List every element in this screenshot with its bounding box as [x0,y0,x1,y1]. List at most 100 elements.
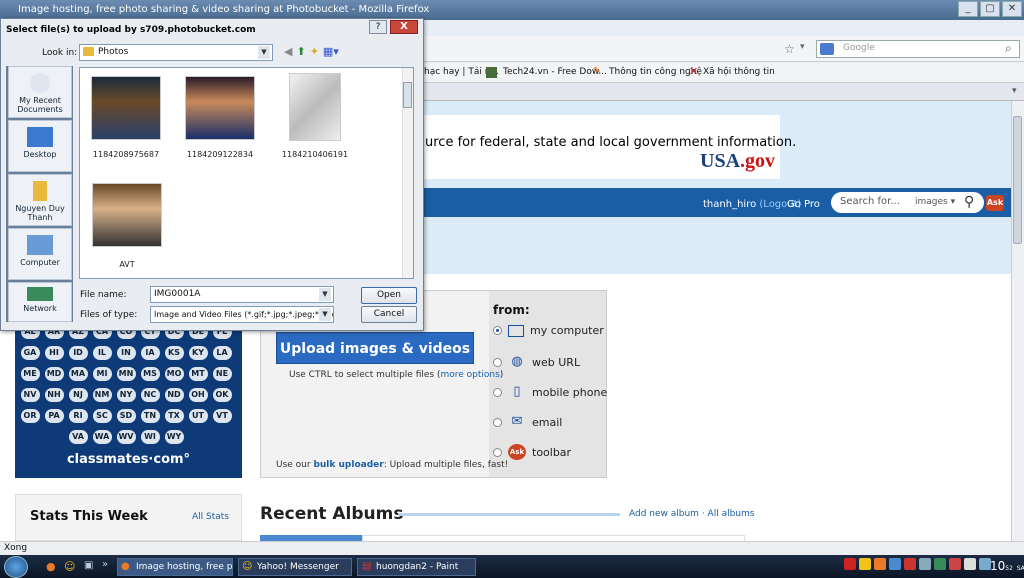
state-badge[interactable]: MA [68,367,88,381]
state-badge[interactable]: NE [212,367,232,381]
state-badge[interactable]: WI [140,430,160,444]
state-badge[interactable]: NJ [68,388,88,402]
state-badge[interactable]: OH [188,388,208,402]
state-badge[interactable]: MS [140,367,160,381]
state-badge[interactable]: NH [44,388,64,402]
upload-button[interactable]: Upload images & videos [276,332,474,364]
search-icon[interactable]: ⚲ [964,194,974,210]
site-search-input[interactable]: Search for... [831,192,984,213]
place-desktop[interactable]: Desktop [8,120,72,172]
state-badge[interactable]: WA [92,430,112,444]
state-badge[interactable]: IL [92,346,112,360]
state-badge[interactable]: MO [164,367,184,381]
browser-search-input[interactable]: Google [816,40,1020,58]
radio-my-computer[interactable] [493,326,502,335]
state-badge[interactable]: GA [20,346,40,360]
state-badge[interactable]: WY [164,430,184,444]
state-badge[interactable]: NV [20,388,40,402]
usagov-logo[interactable]: USA.gov [700,150,775,173]
bookmark-4[interactable]: Xã hội thông tin [703,67,775,77]
source-my-computer[interactable]: my computer [493,324,604,337]
close-icon[interactable]: X [390,20,418,34]
state-badge[interactable]: ND [164,388,184,402]
ask-icon[interactable]: Ask [986,195,1004,211]
state-badge[interactable]: TN [140,409,160,423]
file-type-select[interactable]: Image and Video Files (*.gif;*.jpg;*.jpe… [150,306,334,323]
place-network[interactable]: Network [8,282,72,322]
radio-toolbar[interactable] [493,447,502,457]
star-icon[interactable]: ☆ [784,42,795,56]
search-icon[interactable]: ⌕ [1005,41,1012,56]
all-stats-link[interactable]: All Stats [192,512,229,522]
bookmark-2[interactable]: Tech24.vn - Free Dow... [503,67,607,77]
state-badge[interactable]: VT [212,409,232,423]
source-web-url[interactable]: ◍ web URL [493,354,580,370]
state-badge[interactable]: OK [212,388,232,402]
state-badge[interactable]: TX [164,409,184,423]
chevron-down-icon[interactable]: ▼ [319,308,331,321]
start-button[interactable] [4,556,28,578]
google-icon[interactable] [820,43,834,55]
tray-icon[interactable] [904,558,916,570]
state-badge[interactable]: OR [20,409,40,423]
state-badge[interactable]: SD [116,409,136,423]
close-icon[interactable]: ✕ [1002,1,1022,17]
state-badge[interactable]: VA [68,430,88,444]
minimize-icon[interactable]: _ [958,1,978,17]
state-badge[interactable]: RI [68,409,88,423]
place-user-folder[interactable]: Nguyen Duy Thanh [8,174,72,226]
state-badge[interactable]: NY [116,388,136,402]
state-badge[interactable]: SC [92,409,112,423]
chevron-down-icon[interactable]: ▼ [319,288,331,301]
source-mobile-phone[interactable]: ▯ mobile phone [493,384,607,400]
state-badge[interactable]: MT [188,367,208,381]
file-thumbnail-4[interactable] [92,183,162,247]
tray-icon[interactable] [934,558,946,570]
place-recent-documents[interactable]: My Recent Documents [8,66,72,118]
search-scope-select[interactable]: images ▾ [915,197,955,207]
file-name-label[interactable]: 1184210406191 [267,150,363,159]
clock[interactable]: 1052 SA [990,559,1024,573]
new-folder-icon[interactable]: ✦ [310,45,319,58]
tray-icon[interactable] [874,558,886,570]
state-badge[interactable]: ME [20,367,40,381]
cancel-button[interactable]: Cancel [361,306,417,323]
state-badge[interactable]: NC [140,388,160,402]
radio-web-url[interactable] [493,357,502,367]
tray-icon[interactable] [949,558,961,570]
state-badge[interactable]: UT [188,409,208,423]
state-badge[interactable]: MI [92,367,112,381]
help-icon[interactable]: ? [369,20,387,34]
all-albums-link[interactable]: All albums [708,509,755,519]
taskbar-paint[interactable]: huongdan2 - Paint [357,558,476,576]
tab-list-icon[interactable]: ▾ [1012,86,1017,96]
file-name-input[interactable]: IMG0001A ▼ [150,286,334,303]
username-link[interactable]: thanh_hiro [703,199,756,210]
state-badge[interactable]: IA [140,346,160,360]
state-badge[interactable]: PA [44,409,64,423]
file-name-label[interactable]: 1184208975687 [78,150,174,159]
file-name-label[interactable]: 1184209122834 [172,150,268,159]
firefox-icon[interactable]: ● [46,560,56,573]
up-folder-icon[interactable]: ⬆ [296,45,305,58]
scrollbar-thumb[interactable] [403,82,412,108]
scrollbar-thumb[interactable] [1013,116,1022,244]
radio-email[interactable] [493,417,502,427]
back-icon[interactable]: ◀ [284,45,292,58]
go-pro-link[interactable]: Go Pro [787,199,820,210]
messenger-icon[interactable]: ☺ [64,560,75,573]
place-computer[interactable]: Computer [8,228,72,280]
open-button[interactable]: Open [361,287,417,304]
file-name-label[interactable]: AVT [79,260,175,269]
tray-icon[interactable] [919,558,931,570]
views-icon[interactable]: ▦▾ [323,45,339,58]
state-badge[interactable]: LA [212,346,232,360]
volume-icon[interactable] [964,558,976,570]
more-options-link[interactable]: more options [440,370,499,380]
bulk-uploader-link[interactable]: bulk uploader [313,460,383,470]
state-badge[interactable]: KY [188,346,208,360]
taskbar-yahoo-messenger[interactable]: Yahoo! Messenger [238,558,352,576]
state-badge[interactable]: IN [116,346,136,360]
tray-icon[interactable] [859,558,871,570]
state-badge[interactable]: KS [164,346,184,360]
